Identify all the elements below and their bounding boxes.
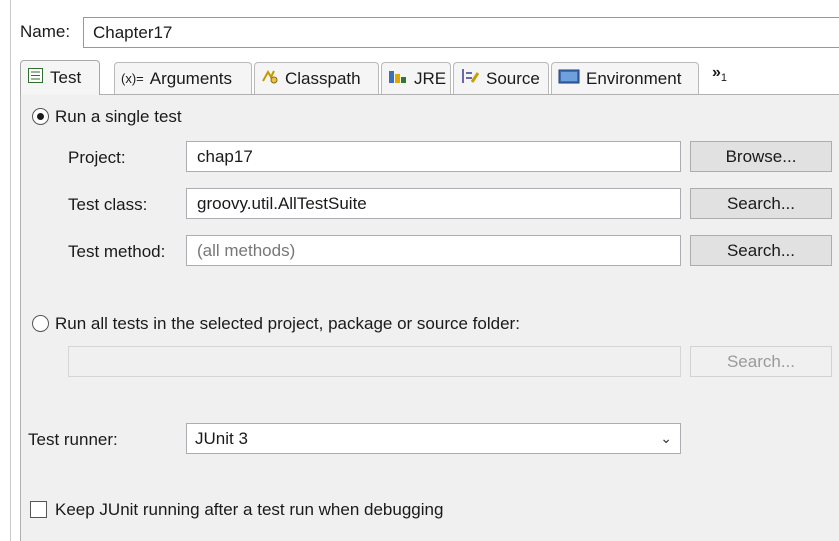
project-field[interactable]: chap17 — [186, 141, 681, 172]
test-runner-label: Test runner: — [28, 430, 118, 449]
name-label: Name: — [20, 22, 71, 41]
tab-bar: Test (x)= Arguments Classpath JRE Source… — [20, 60, 839, 95]
tab-environment[interactable]: Environment — [551, 62, 699, 94]
browse-project-button[interactable]: Browse... — [690, 141, 832, 172]
project-label: Project: — [68, 148, 126, 167]
classpath-icon — [261, 68, 279, 90]
run-single-test-radio[interactable] — [32, 108, 49, 125]
tab-arguments[interactable]: (x)= Arguments — [114, 62, 252, 94]
test-icon — [27, 67, 44, 89]
arguments-icon: (x)= — [121, 71, 144, 86]
window-left-edge — [10, 0, 11, 541]
tab-classpath[interactable]: Classpath — [254, 62, 379, 94]
tab-environment-label: Environment — [586, 68, 682, 88]
tab-jre-label: JRE — [414, 68, 447, 88]
tab-classpath-label: Classpath — [285, 68, 361, 88]
tab-test[interactable]: Test — [20, 60, 100, 95]
tab-overflow-button[interactable]: »1 — [712, 64, 727, 84]
test-method-label: Test method: — [68, 242, 166, 261]
test-class-label: Test class: — [68, 195, 148, 214]
name-input[interactable]: Chapter17 — [83, 17, 839, 48]
tab-jre[interactable]: JRE — [381, 62, 451, 94]
environment-icon — [558, 68, 580, 90]
overflow-chevron-icon: » — [712, 64, 721, 81]
overflow-count: 1 — [720, 72, 728, 85]
jre-icon — [388, 68, 408, 90]
tab-arguments-label: Arguments — [149, 68, 232, 88]
keep-junit-running-checkbox[interactable] — [30, 501, 47, 518]
tab-source-label: Source — [486, 68, 540, 88]
test-runner-select[interactable]: JUnit 3 ⌄ — [186, 423, 681, 454]
container-field[interactable] — [68, 346, 681, 377]
search-container-button[interactable]: Search... — [690, 346, 832, 377]
test-runner-value: JUnit 3 — [195, 429, 248, 448]
chevron-down-icon: ⌄ — [660, 430, 672, 446]
test-class-field[interactable]: groovy.util.AllTestSuite — [186, 188, 681, 219]
tab-source[interactable]: Source — [453, 62, 549, 94]
run-single-test-label: Run a single test — [55, 107, 182, 126]
tab-test-label: Test — [50, 68, 82, 87]
search-test-class-button[interactable]: Search... — [690, 188, 832, 219]
source-icon — [460, 68, 480, 90]
search-test-method-button[interactable]: Search... — [690, 235, 832, 266]
keep-junit-running-label: Keep JUnit running after a test run when… — [55, 500, 444, 519]
test-method-field[interactable]: (all methods) — [186, 235, 681, 266]
run-all-tests-radio[interactable] — [32, 315, 49, 332]
run-all-tests-label: Run all tests in the selected project, p… — [55, 314, 520, 333]
